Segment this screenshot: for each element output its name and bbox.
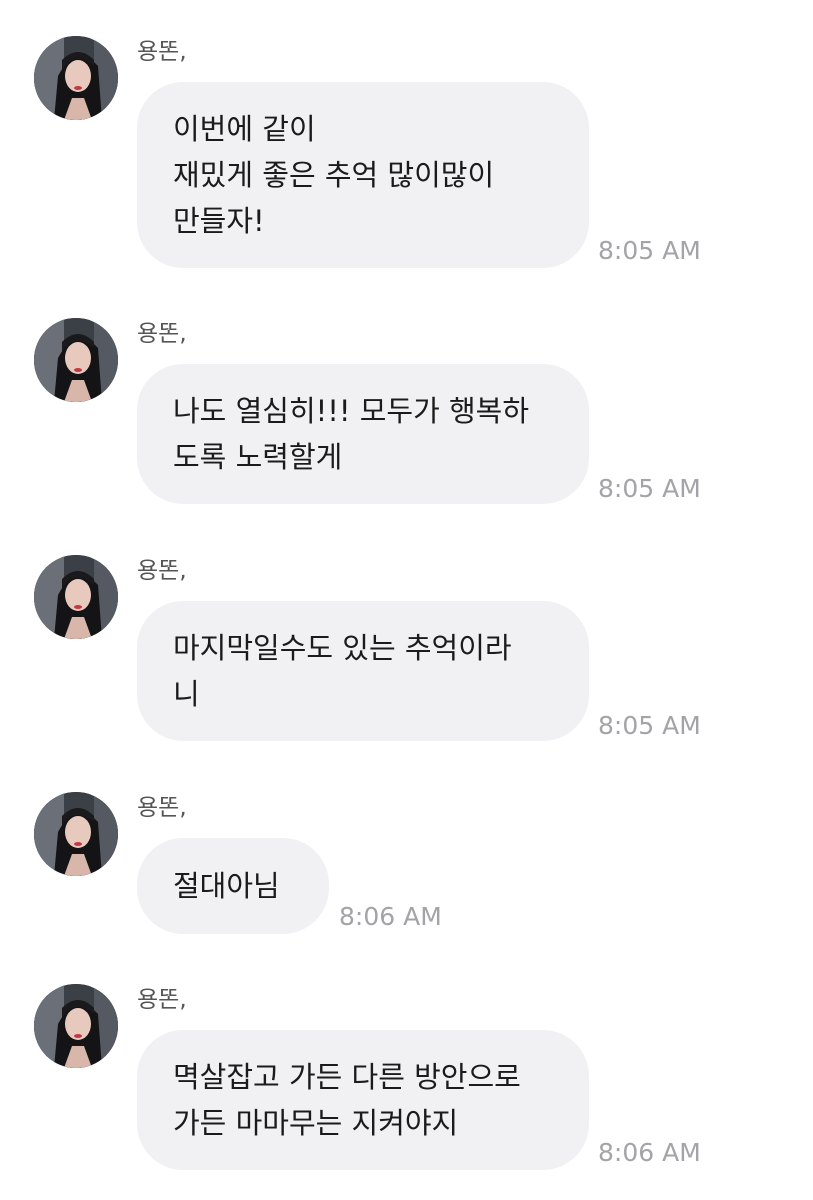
chat-message-list: 용똔, 이번에 같이 재밌게 좋은 추억 많이많이 만들자! 8:05 AM 용… — [0, 0, 813, 1200]
message-bubble[interactable]: 절대아님 — [137, 838, 329, 934]
avatar[interactable] — [34, 318, 118, 402]
profile-photo-icon — [34, 318, 118, 402]
message-bubble[interactable]: 이번에 같이 재밌게 좋은 추억 많이많이 만들자! — [137, 82, 589, 268]
message-timestamp: 8:06 AM — [339, 902, 442, 931]
message-bubble[interactable]: 나도 열심히!!! 모두가 행복하 도록 노력할게 — [137, 364, 589, 504]
profile-photo-icon — [34, 36, 118, 120]
message-text-line: 이번에 같이 — [173, 112, 316, 146]
profile-photo-icon — [34, 555, 118, 639]
message-text-line: 재밌게 좋은 추억 많이많이 — [173, 158, 495, 192]
sender-name: 용똔, — [137, 558, 187, 584]
message-text-line: 가든 마마무는 지켜야지 — [173, 1106, 459, 1140]
sender-name: 용똔, — [137, 795, 187, 821]
avatar[interactable] — [34, 984, 118, 1068]
message-text-line: 절대아님 — [173, 869, 280, 903]
message-text-line: 만들자! — [173, 204, 265, 238]
message-text-line: 마지막일수도 있는 추억이라 — [173, 631, 512, 665]
message-timestamp: 8:06 AM — [598, 1138, 701, 1167]
avatar[interactable] — [34, 792, 118, 876]
message-text-line: 멱살잡고 가든 다른 방안으로 — [173, 1060, 521, 1094]
message-timestamp: 8:05 AM — [598, 236, 701, 265]
sender-name: 용똔, — [137, 321, 187, 347]
message-text-line: 니 — [173, 677, 200, 711]
profile-photo-icon — [34, 792, 118, 876]
message-text-line: 도록 노력할게 — [173, 440, 343, 474]
message-timestamp: 8:05 AM — [598, 474, 701, 503]
profile-photo-icon — [34, 984, 118, 1068]
avatar[interactable] — [34, 555, 118, 639]
sender-name: 용똔, — [137, 987, 187, 1013]
message-timestamp: 8:05 AM — [598, 711, 701, 740]
message-bubble[interactable]: 멱살잡고 가든 다른 방안으로 가든 마마무는 지켜야지 — [137, 1030, 589, 1170]
message-text-line: 나도 열심히!!! 모두가 행복하 — [173, 394, 530, 428]
message-bubble[interactable]: 마지막일수도 있는 추억이라 니 — [137, 601, 589, 741]
sender-name: 용똔, — [137, 39, 187, 65]
avatar[interactable] — [34, 36, 118, 120]
